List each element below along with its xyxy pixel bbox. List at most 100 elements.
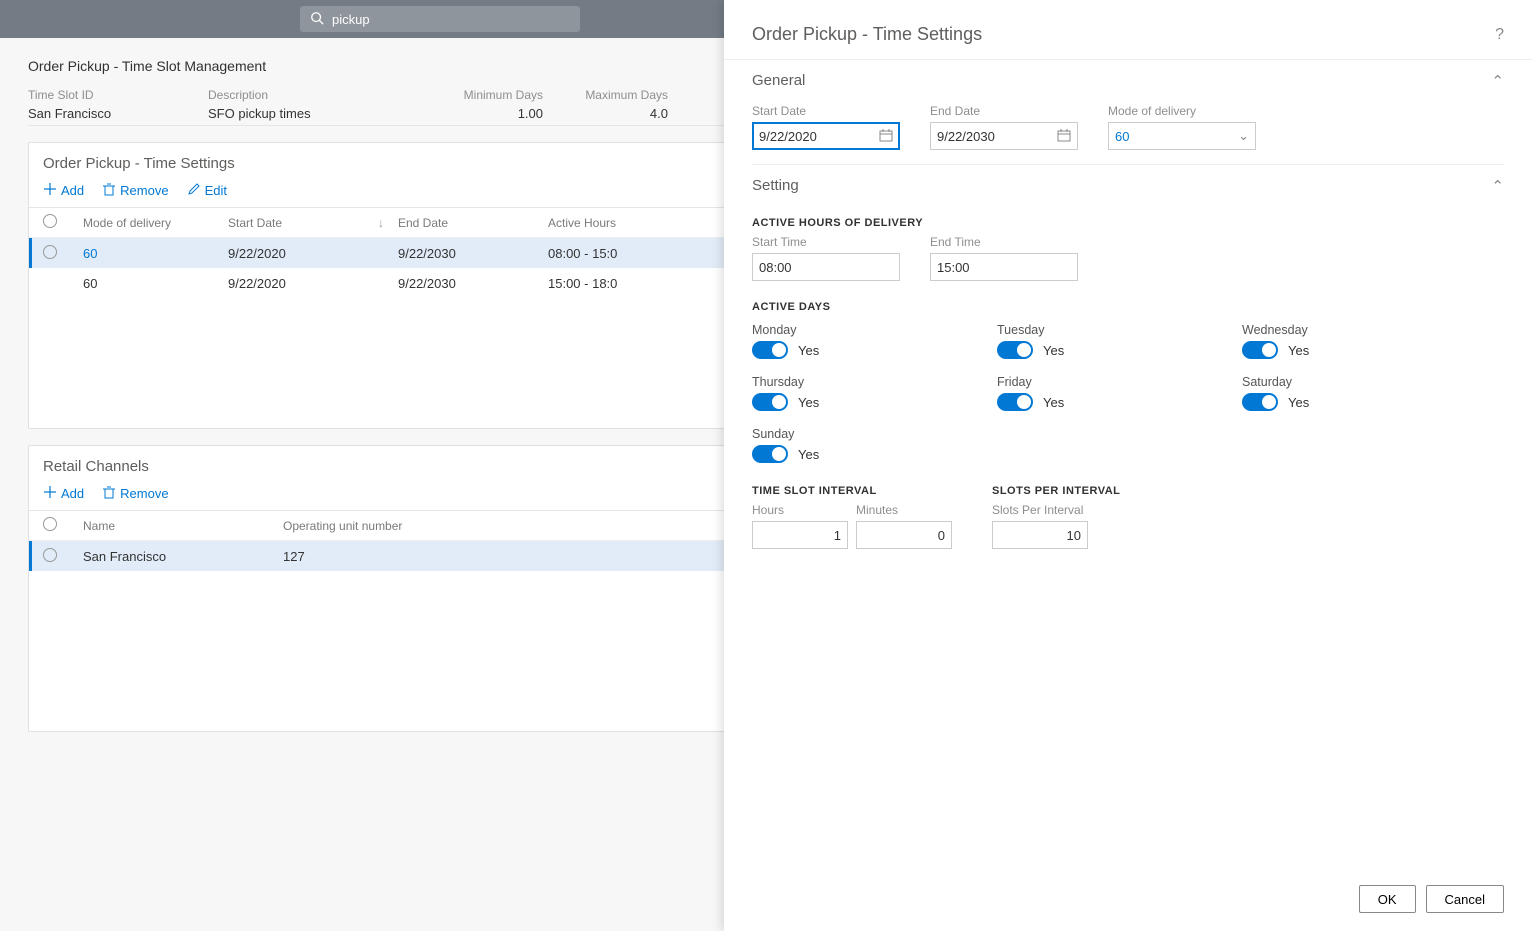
- end-date-label: End Date: [930, 104, 1078, 118]
- slots-input[interactable]: 10: [992, 521, 1088, 549]
- mode-label: Mode of delivery: [1108, 104, 1256, 118]
- chevron-up-icon[interactable]: ⌃: [1491, 72, 1504, 90]
- col-hours[interactable]: Active Hours: [548, 216, 668, 230]
- sunday-toggle[interactable]: [752, 445, 788, 463]
- friday-toggle[interactable]: [997, 393, 1033, 411]
- active-days-head: ACTIVE DAYS: [752, 287, 1504, 319]
- thursday-toggle[interactable]: [752, 393, 788, 411]
- general-section-head[interactable]: General ⌃: [752, 60, 1504, 98]
- end-date-value: 9/22/2030: [937, 129, 1057, 144]
- filter-min-days-value[interactable]: 1.00: [518, 106, 543, 121]
- add-button[interactable]: Add: [43, 485, 84, 502]
- end-time-value: 15:00: [937, 260, 1071, 275]
- search-icon: [310, 11, 324, 28]
- add-button[interactable]: Add: [43, 182, 84, 199]
- friday-text: Yes: [1043, 395, 1064, 410]
- row-radio[interactable]: [43, 548, 57, 562]
- calendar-icon[interactable]: [879, 128, 893, 145]
- filter-max-days-label: Maximum Days: [585, 88, 668, 102]
- plus-icon: [43, 485, 57, 502]
- start-date-label: Start Date: [752, 104, 900, 118]
- remove-button[interactable]: Remove: [102, 182, 168, 199]
- trash-icon: [102, 485, 116, 502]
- panel-title: Order Pickup - Time Settings: [752, 24, 982, 45]
- col-end[interactable]: End Date: [398, 216, 548, 230]
- slots-label: Slots Per Interval: [992, 503, 1120, 517]
- tuesday-label: Tuesday: [997, 323, 1242, 337]
- start-time-value: 08:00: [759, 260, 893, 275]
- start-date-input[interactable]: 9/22/2020: [752, 122, 900, 150]
- hours-value: 1: [759, 528, 841, 543]
- saturday-label: Saturday: [1242, 375, 1487, 389]
- ok-button[interactable]: OK: [1359, 885, 1416, 913]
- add-label: Add: [61, 183, 84, 198]
- sunday-text: Yes: [798, 447, 819, 462]
- tuesday-toggle[interactable]: [997, 341, 1033, 359]
- setting-section-head[interactable]: Setting ⌃: [752, 165, 1504, 203]
- plus-icon: [43, 182, 57, 199]
- end-time-input[interactable]: 15:00: [930, 253, 1078, 281]
- col-name[interactable]: Name: [83, 519, 283, 533]
- sort-down-icon[interactable]: ↓: [378, 216, 398, 230]
- slideout-panel: Order Pickup - Time Settings ? General ⌃…: [724, 0, 1532, 931]
- minutes-value: 0: [863, 528, 945, 543]
- cancel-button[interactable]: Cancel: [1426, 885, 1504, 913]
- remove-label: Remove: [120, 183, 168, 198]
- select-all-radio[interactable]: [43, 517, 57, 531]
- add-label: Add: [61, 486, 84, 501]
- cell-hours: 15:00 - 18:0: [548, 276, 668, 291]
- calendar-icon[interactable]: [1057, 128, 1071, 145]
- remove-button[interactable]: Remove: [102, 485, 168, 502]
- filter-description-value[interactable]: SFO pickup times: [208, 106, 418, 121]
- setting-label: Setting: [752, 177, 799, 195]
- wednesday-text: Yes: [1288, 343, 1309, 358]
- hours-input[interactable]: 1: [752, 521, 848, 549]
- general-label: General: [752, 72, 805, 90]
- cell-hours: 08:00 - 15:0: [548, 246, 668, 261]
- start-date-value: 9/22/2020: [759, 129, 879, 144]
- slots-head: SLOTS PER INTERVAL: [992, 471, 1120, 503]
- tuesday-text: Yes: [1043, 343, 1064, 358]
- cell-end: 9/22/2030: [398, 276, 548, 291]
- saturday-toggle[interactable]: [1242, 393, 1278, 411]
- slots-value: 10: [999, 528, 1081, 543]
- monday-label: Monday: [752, 323, 997, 337]
- chevron-down-icon[interactable]: ⌄: [1238, 128, 1249, 144]
- edit-button[interactable]: Edit: [187, 182, 227, 199]
- pencil-icon: [187, 182, 201, 199]
- interval-head: TIME SLOT INTERVAL: [752, 471, 952, 503]
- thursday-label: Thursday: [752, 375, 997, 389]
- cell-mode[interactable]: 60: [83, 246, 228, 261]
- thursday-text: Yes: [798, 395, 819, 410]
- wednesday-toggle[interactable]: [1242, 341, 1278, 359]
- monday-text: Yes: [798, 343, 819, 358]
- start-time-input[interactable]: 08:00: [752, 253, 900, 281]
- search-value: pickup: [332, 12, 370, 27]
- end-date-input[interactable]: 9/22/2030: [930, 122, 1078, 150]
- filter-time-slot-id-value[interactable]: San Francisco: [28, 106, 178, 121]
- select-all-radio[interactable]: [43, 214, 57, 228]
- chevron-up-icon[interactable]: ⌃: [1491, 177, 1504, 195]
- cell-start: 9/22/2020: [228, 276, 378, 291]
- cell-mode: 60: [83, 276, 228, 291]
- start-time-label: Start Time: [752, 235, 900, 249]
- col-mode[interactable]: Mode of delivery: [83, 216, 228, 230]
- col-op[interactable]: Operating unit number: [283, 519, 483, 533]
- filter-description-label: Description: [208, 88, 418, 102]
- remove-label: Remove: [120, 486, 168, 501]
- minutes-label: Minutes: [856, 503, 952, 517]
- edit-label: Edit: [205, 183, 227, 198]
- filter-max-days-value[interactable]: 4.0: [650, 106, 668, 121]
- search-box[interactable]: pickup: [300, 6, 580, 32]
- wednesday-label: Wednesday: [1242, 323, 1487, 337]
- cell-name: San Francisco: [83, 549, 283, 564]
- saturday-text: Yes: [1288, 395, 1309, 410]
- monday-toggle[interactable]: [752, 341, 788, 359]
- filter-min-days-label: Minimum Days: [464, 88, 543, 102]
- cell-end: 9/22/2030: [398, 246, 548, 261]
- mode-select[interactable]: 60 ⌄: [1108, 122, 1256, 150]
- row-radio[interactable]: [43, 245, 57, 259]
- help-icon[interactable]: ?: [1495, 26, 1504, 44]
- col-start[interactable]: Start Date: [228, 216, 378, 230]
- minutes-input[interactable]: 0: [856, 521, 952, 549]
